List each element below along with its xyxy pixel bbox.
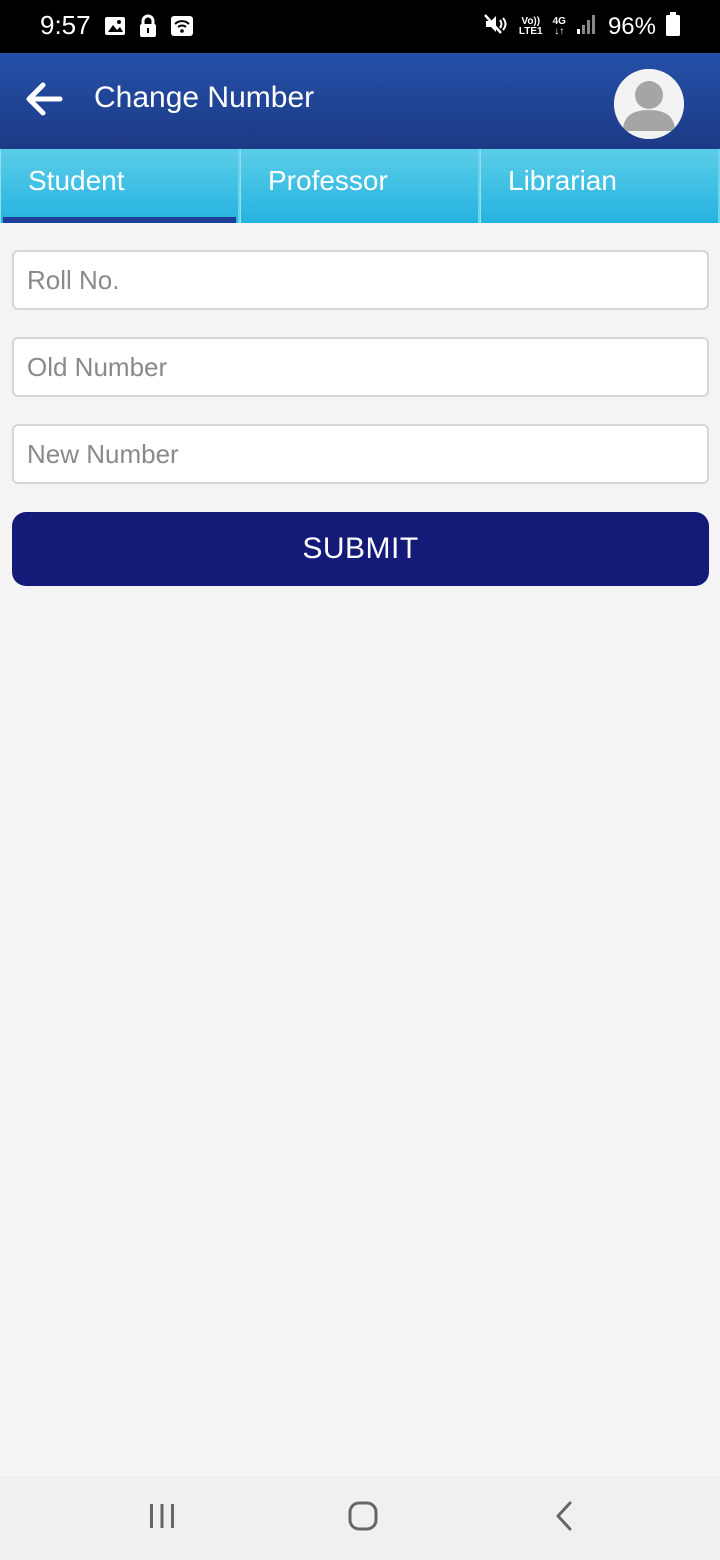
volte-indicator: Vo)) LTE1 — [518, 15, 543, 37]
back-button[interactable] — [20, 77, 68, 125]
signal-icon — [576, 13, 598, 40]
tab-student-label: Student — [28, 165, 125, 196]
wifi-calling-icon — [170, 14, 194, 43]
status-icons-right: Vo)) LTE1 4G ↓↑ 96% — [483, 12, 680, 41]
tab-student[interactable]: Student — [0, 149, 240, 223]
app-bar: Change Number — [0, 53, 720, 149]
tab-professor[interactable]: Professor — [240, 149, 480, 223]
page-title: Change Number — [94, 81, 315, 114]
old-number-input[interactable] — [14, 339, 707, 395]
status-icons-left — [104, 14, 194, 43]
mute-icon — [483, 12, 509, 41]
status-bar: 9:57 Vo)) LTE1 4G ↓↑ 96% — [0, 0, 720, 53]
role-tabs: Student Professor Librarian — [0, 149, 720, 223]
old-number-field — [12, 337, 709, 397]
tab-professor-label: Professor — [268, 165, 388, 196]
data-indicator: 4G ↓↑ — [552, 15, 566, 37]
back-nav-icon — [553, 1500, 577, 1537]
gallery-icon — [104, 15, 126, 42]
status-time: 9:57 — [40, 10, 91, 40]
home-icon — [347, 1500, 379, 1537]
volte-top: Vo)) — [521, 15, 541, 27]
lock-icon — [138, 14, 158, 43]
new-number-field — [12, 424, 709, 484]
back-nav-button[interactable] — [541, 1498, 589, 1538]
home-button[interactable] — [339, 1498, 387, 1538]
recent-apps-button[interactable] — [138, 1498, 186, 1538]
battery-percent: 96% — [607, 12, 656, 40]
data-arrows-icon: ↓↑ — [554, 25, 565, 37]
data-type: 4G — [552, 15, 566, 27]
new-number-input[interactable] — [14, 426, 707, 482]
submit-button[interactable]: SUBMIT — [12, 512, 709, 586]
user-avatar-icon — [614, 69, 684, 139]
battery-icon — [666, 12, 680, 41]
system-nav-bar — [0, 1476, 720, 1560]
arrow-left-icon — [25, 82, 63, 121]
volte-bottom: LTE1 — [518, 25, 543, 37]
roll-no-input[interactable] — [14, 252, 707, 308]
roll-no-field — [12, 250, 709, 310]
tab-librarian-label: Librarian — [508, 165, 617, 196]
recent-apps-icon — [147, 1501, 177, 1536]
avatar[interactable] — [614, 69, 684, 139]
tab-librarian[interactable]: Librarian — [480, 149, 720, 223]
